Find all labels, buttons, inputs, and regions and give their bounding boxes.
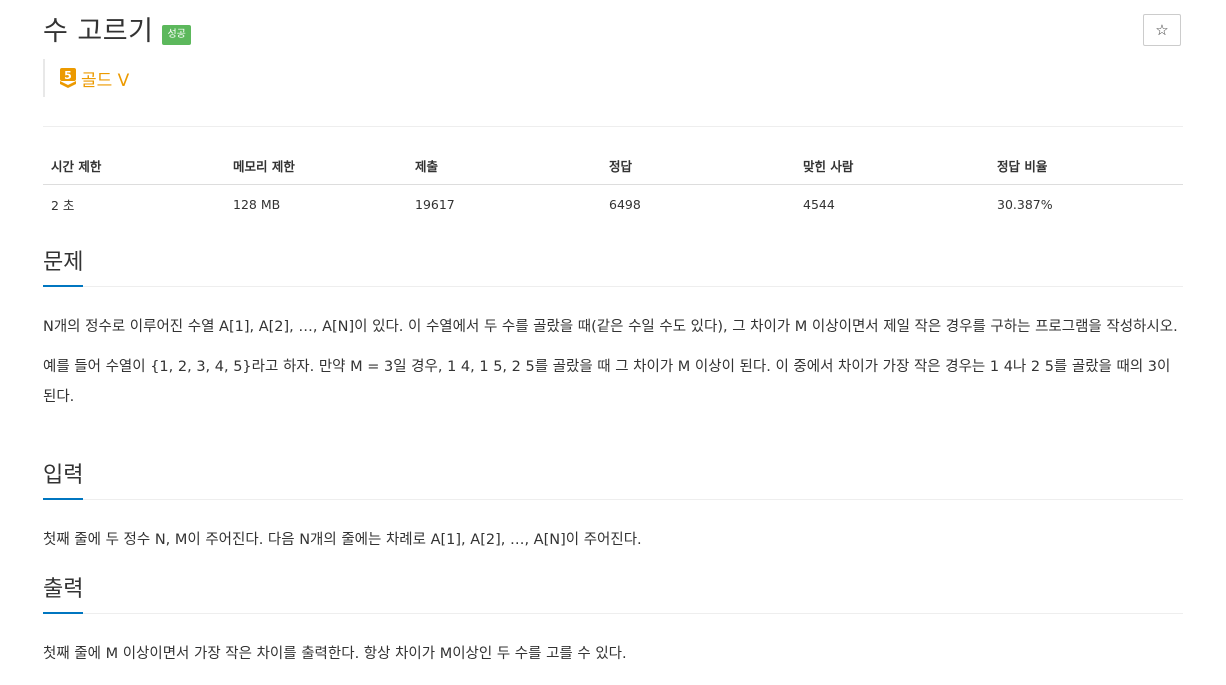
description-header: 문제 xyxy=(43,248,1183,287)
input-body: 첫째 줄에 두 정수 N, M이 주어진다. 다음 N개의 줄에는 차례로 A[… xyxy=(43,525,1183,555)
value-solvers: 4544 xyxy=(803,197,835,212)
value-memory-limit: 128 MB xyxy=(233,197,281,212)
input-header: 입력 xyxy=(43,461,1183,500)
input-heading: 입력 xyxy=(43,463,84,488)
gold-tier-icon: 5 xyxy=(60,68,76,88)
heading-underline xyxy=(43,612,83,614)
heading-underline xyxy=(43,498,83,500)
output-heading: 출력 xyxy=(43,577,84,602)
problem-title: 수 고르기 xyxy=(43,16,154,47)
output-paragraph: 첫째 줄에 M 이상이면서 가장 작은 차이를 출력한다. 항상 차이가 M이상… xyxy=(43,646,627,662)
input-section: 입력 첫째 줄에 두 정수 N, M이 주어진다. 다음 N개의 줄에는 차례로… xyxy=(43,461,1183,555)
description-paragraph: 예를 들어 수열이 {1, 2, 3, 4, 5}라고 하자. 만약 M = 3… xyxy=(43,359,1171,405)
tier-level: 5 xyxy=(64,69,72,82)
description-body: N개의 정수로 이루어진 수열 A[1], A[2], …, A[N]이 있다.… xyxy=(43,312,1183,412)
heading-underline xyxy=(43,285,83,287)
star-button[interactable]: ☆ xyxy=(1143,14,1181,46)
header-accept-ratio: 정답 비율 xyxy=(989,146,1183,185)
header-accepted: 정답 xyxy=(601,146,795,185)
tier-badge[interactable]: 5 골드 V xyxy=(43,59,129,97)
value-submissions: 19617 xyxy=(415,197,455,212)
input-paragraph: 첫째 줄에 두 정수 N, M이 주어진다. 다음 N개의 줄에는 차례로 A[… xyxy=(43,532,642,548)
header-divider xyxy=(43,126,1183,127)
problem-info-table: 시간 제한 메모리 제한 제출 정답 맞힌 사람 정답 비율 2 초 128 M… xyxy=(43,146,1183,223)
output-body: 첫째 줄에 M 이상이면서 가장 작은 차이를 출력한다. 항상 차이가 M이상… xyxy=(43,639,1183,669)
star-icon: ☆ xyxy=(1155,21,1169,39)
value-accepted: 6498 xyxy=(609,197,641,212)
output-header: 출력 xyxy=(43,575,1183,614)
problem-page: 수 고르기 성공 ☆ 5 골드 V 시간 제한 메모리 제한 제출 정답 맞힌 … xyxy=(0,0,1226,685)
header-memory-limit: 메모리 제한 xyxy=(225,146,407,185)
status-badge: 성공 xyxy=(162,25,191,45)
value-time-limit: 2 초 xyxy=(51,198,75,213)
value-accept-ratio: 30.387% xyxy=(997,197,1053,212)
description-heading: 문제 xyxy=(43,250,84,275)
header-submissions: 제출 xyxy=(407,146,601,185)
info-value-row: 2 초 128 MB 19617 6498 4544 30.387% xyxy=(43,185,1183,224)
description-paragraph: N개의 정수로 이루어진 수열 A[1], A[2], …, A[N]이 있다.… xyxy=(43,319,1178,335)
description-section: 문제 N개의 정수로 이루어진 수열 A[1], A[2], …, A[N]이 … xyxy=(43,248,1183,412)
title-row: 수 고르기 성공 xyxy=(43,14,191,50)
output-section: 출력 첫째 줄에 M 이상이면서 가장 작은 차이를 출력한다. 항상 차이가 … xyxy=(43,575,1183,669)
header-time-limit: 시간 제한 xyxy=(43,146,225,185)
tier-label[interactable]: 골드 V xyxy=(81,66,129,91)
info-header-row: 시간 제한 메모리 제한 제출 정답 맞힌 사람 정답 비율 xyxy=(43,146,1183,185)
header-solvers: 맞힌 사람 xyxy=(795,146,989,185)
